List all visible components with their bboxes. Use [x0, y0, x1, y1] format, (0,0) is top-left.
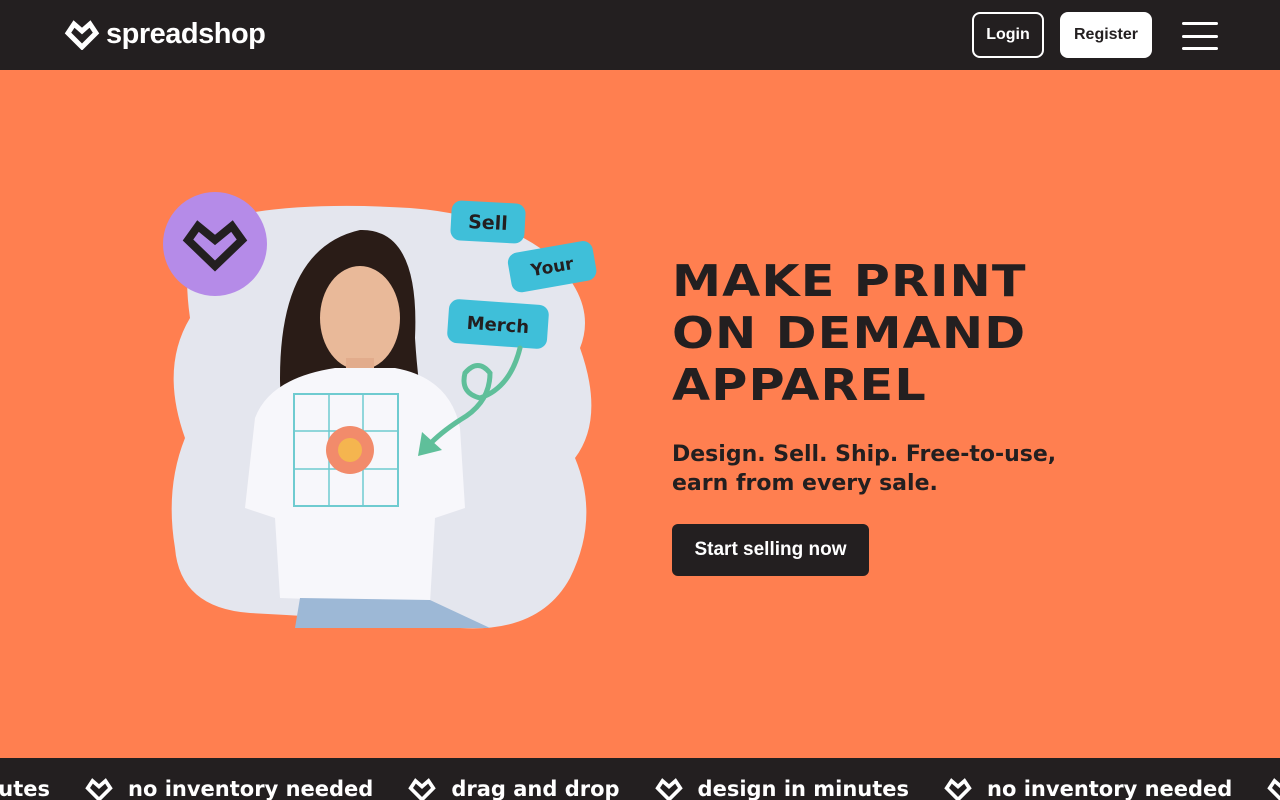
ticker-text: no inventory needed: [128, 777, 374, 800]
start-selling-button[interactable]: Start selling now: [672, 524, 869, 576]
heart-icon: [1267, 778, 1280, 800]
hamburger-menu-icon[interactable]: [1182, 22, 1218, 50]
spreadshop-logo[interactable]: spreadshop: [64, 16, 266, 52]
ticker-text: n minutes: [0, 777, 51, 800]
ticker-text: drag and drop: [451, 777, 620, 800]
person-face: [320, 266, 400, 370]
heart-logo-icon: [64, 20, 100, 50]
heart-icon: [85, 778, 113, 800]
register-button[interactable]: Register: [1060, 12, 1152, 58]
login-button[interactable]: Login: [972, 12, 1044, 58]
ticker-item: drag and drop: [407, 776, 620, 800]
hero-headline: MAKE PRINT ON DEMAND APPAREL: [672, 256, 1165, 412]
ticker-item: no inventory needed: [943, 776, 1232, 800]
ticker-item: no inventory needed: [84, 776, 373, 800]
hero-subhead: Design. Sell. Ship. Free-to-use, earn fr…: [672, 442, 1057, 496]
ticker-item: design in minutes: [654, 776, 910, 800]
heart-icon: [944, 778, 972, 800]
ticker-item: n minutes: [0, 777, 50, 800]
logo-text: spreadshop: [106, 17, 266, 50]
ticker-item: d: [1266, 776, 1280, 800]
headline-line: MAKE PRINT: [672, 256, 1027, 307]
ticker-text: no inventory needed: [987, 777, 1233, 800]
heart-icon: [654, 778, 683, 800]
heart-icon: [408, 778, 437, 800]
bubble-sell-text: Sell: [468, 211, 509, 235]
hero-illustration: Sell Your Merch: [160, 188, 600, 633]
top-navbar: spreadshop Login Register: [0, 0, 1280, 70]
bubble-merch-text: Merch: [466, 313, 530, 338]
headline-line: ON DEMAND: [672, 308, 1027, 359]
ticker-text: design in minutes: [697, 777, 910, 800]
feature-ticker: n minutes no inventory needed drag and dro…: [0, 758, 1280, 800]
headline-line: APPAREL: [672, 360, 927, 411]
